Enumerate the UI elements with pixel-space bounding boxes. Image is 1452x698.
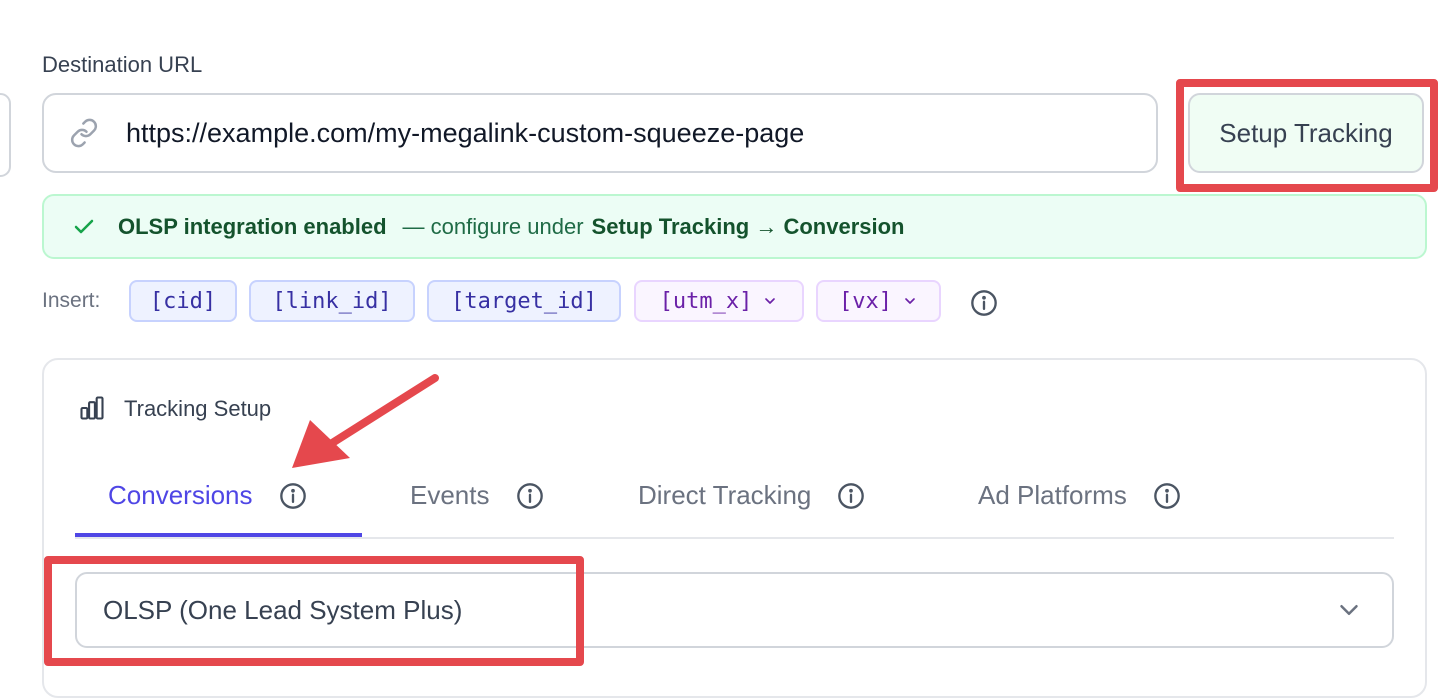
chip-label: [vx] — [839, 288, 892, 314]
tab-label: Direct Tracking — [638, 480, 812, 510]
info-icon[interactable] — [837, 482, 865, 510]
chevron-down-icon — [902, 293, 918, 309]
chip-label: [cid] — [149, 288, 217, 314]
banner-text: — configure under — [402, 213, 584, 239]
conversion-provider-select[interactable]: OLSP (One Lead System Plus) — [75, 572, 1394, 648]
tab-conversions[interactable]: Conversions — [108, 480, 307, 511]
destination-url-field[interactable] — [42, 93, 1158, 173]
tab-label: Ad Platforms — [978, 480, 1127, 510]
insert-chip-target-id[interactable]: [target_id] — [427, 280, 621, 322]
check-icon — [72, 215, 96, 239]
tab-ad-platforms[interactable]: Ad Platforms — [978, 480, 1181, 511]
info-icon[interactable] — [1153, 482, 1181, 510]
info-icon[interactable] — [516, 482, 544, 510]
chevron-down-icon — [762, 293, 778, 309]
insert-chip-link-id[interactable]: [link_id] — [249, 280, 415, 322]
active-tab-indicator — [75, 533, 362, 537]
destination-url-label: Destination URL — [42, 52, 203, 77]
link-icon — [66, 115, 102, 151]
select-value: OLSP (One Lead System Plus) — [103, 594, 463, 625]
insert-label: Insert: — [42, 289, 101, 312]
chip-label: [utm_x] — [659, 288, 753, 314]
tab-events[interactable]: Events — [410, 480, 544, 511]
tab-label: Conversions — [108, 480, 253, 510]
tabs-divider — [75, 537, 1394, 539]
setup-tracking-button[interactable]: Setup Tracking — [1188, 93, 1424, 173]
insert-chip-utm-x-dropdown[interactable]: [utm_x] — [634, 280, 804, 322]
bar-chart-icon — [78, 394, 106, 427]
tab-label: Events — [410, 480, 490, 510]
chip-label: [target_id] — [451, 288, 597, 314]
insert-chip-vx-dropdown[interactable]: [vx] — [816, 280, 941, 322]
info-icon[interactable] — [279, 482, 307, 510]
info-icon[interactable] — [970, 289, 998, 317]
insert-chip-cid[interactable]: [cid] — [129, 280, 237, 322]
chip-label: [link_id] — [272, 288, 392, 314]
annotation-arrow — [292, 374, 439, 468]
destination-url-input[interactable] — [126, 117, 1106, 149]
tab-direct-tracking[interactable]: Direct Tracking — [638, 480, 865, 511]
chevron-down-icon — [1334, 595, 1364, 625]
banner-title: OLSP integration enabled — [118, 213, 387, 239]
left-panel-edge — [0, 93, 11, 177]
olsp-integration-banner: OLSP integration enabled — configure und… — [42, 194, 1427, 259]
tracking-setup-title: Tracking Setup — [124, 396, 272, 421]
banner-path: Setup Tracking → Conversion — [591, 213, 905, 239]
